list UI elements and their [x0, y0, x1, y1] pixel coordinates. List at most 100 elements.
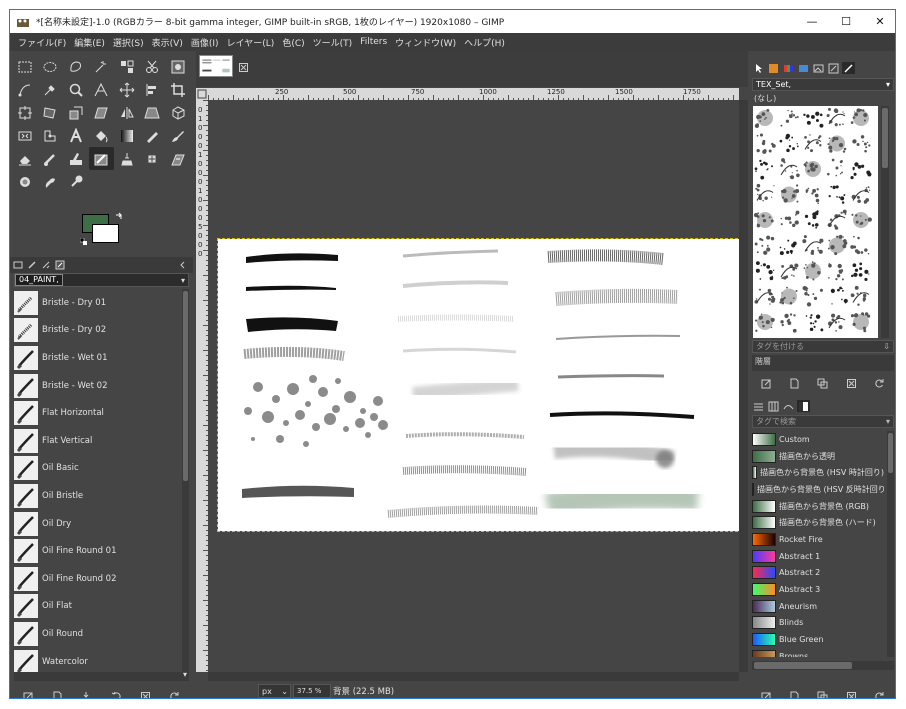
menu-filters[interactable]: Filters — [356, 37, 391, 47]
tool-fuzzy-select[interactable] — [89, 55, 115, 78]
tool-text[interactable] — [63, 124, 89, 147]
menu-tools[interactable]: ツール(T) — [309, 36, 357, 49]
tab-tool-options[interactable] — [12, 259, 24, 271]
tool-ellipse-select[interactable] — [38, 55, 64, 78]
gradient-list-item[interactable]: Rocket Fire — [752, 531, 884, 548]
brush-list-item[interactable]: Flat Horizontal — [14, 399, 181, 427]
tab-paint-dynamics[interactable] — [40, 259, 52, 271]
delete-brush-icon[interactable] — [846, 378, 857, 389]
unit-select[interactable]: px ⌄ — [258, 684, 291, 698]
brush-grid-scrollbar[interactable] — [881, 106, 889, 338]
gradient-list-item[interactable]: 描画色から背景色 (HSV 時計回り) — [752, 464, 884, 481]
brush-list-item[interactable]: Oil Fine Round 01 — [14, 537, 181, 565]
new-brush-icon[interactable] — [52, 691, 63, 700]
duplicate-brush-icon[interactable] — [817, 378, 828, 389]
brush-list-item[interactable]: Oil Round — [14, 620, 181, 648]
vertical-ruler[interactable]: 01000100010005000 — [196, 100, 208, 672]
tool-select-by-color[interactable] — [114, 55, 140, 78]
gradient-list-item[interactable]: 描画色から背景色 (ハード) — [752, 514, 884, 531]
tab-paths[interactable] — [782, 400, 795, 412]
tool-perspective[interactable] — [140, 101, 166, 124]
tab-images[interactable] — [812, 62, 825, 74]
duplicate-brush-icon[interactable] — [81, 691, 92, 700]
tab-document-history[interactable] — [827, 62, 840, 74]
tool-mypaint-brush[interactable] — [88, 147, 114, 170]
brush-tag-input[interactable]: タグを付ける ⇩ — [752, 340, 894, 353]
brush-list-item[interactable]: Bristle - Wet 02 — [14, 372, 181, 400]
chevron-down-icon[interactable]: ▾ — [883, 80, 890, 89]
gradient-list-item[interactable]: Abstract 2 — [752, 565, 884, 582]
maximize-button[interactable]: ☐ — [829, 10, 863, 33]
tab-gradients[interactable] — [797, 62, 810, 74]
tool-heal[interactable] — [140, 147, 166, 170]
tool-crop[interactable] — [165, 78, 191, 101]
tab-patterns[interactable] — [782, 62, 795, 74]
menu-view[interactable]: 表示(V) — [148, 36, 187, 49]
chevron-down-icon[interactable]: ▾ — [181, 276, 185, 285]
gradient-tag-search[interactable]: タグで検索 ▾ — [752, 415, 894, 428]
close-tab-icon[interactable] — [239, 63, 248, 72]
tool-3d-transform[interactable] — [165, 101, 191, 124]
dock-menu-button[interactable] — [177, 259, 189, 271]
new-brush-icon[interactable] — [789, 378, 800, 389]
menu-colors[interactable]: 色(C) — [278, 36, 308, 49]
tab-gradient-list[interactable] — [797, 400, 810, 412]
menu-help[interactable]: ヘルプ(H) — [460, 36, 509, 49]
delete-gradient-icon[interactable] — [846, 691, 857, 700]
edit-brush-icon[interactable] — [761, 378, 772, 389]
tab-pointer[interactable] — [752, 62, 765, 74]
tool-airbrush[interactable] — [38, 147, 64, 170]
tool-clone[interactable] — [114, 147, 140, 170]
edit-gradient-icon[interactable] — [761, 691, 772, 700]
brush-list-scrollbar[interactable] — [182, 289, 189, 672]
quick-mask-toggle[interactable] — [196, 88, 208, 100]
brush-list-item[interactable]: Oil Fine Round 02 — [14, 565, 181, 593]
tool-pencil[interactable] — [140, 124, 166, 147]
tab-brushes-right[interactable] — [842, 62, 855, 74]
image-tab-thumbnail[interactable] — [199, 55, 233, 77]
tool-eraser[interactable] — [12, 147, 38, 170]
gradient-list-item[interactable]: Aneurism — [752, 598, 884, 615]
tool-perspective-clone[interactable] — [165, 147, 191, 170]
canvas-vertical-scrollbar[interactable] — [739, 100, 748, 672]
brush-list-scroll-down[interactable]: ▾ — [14, 670, 189, 681]
tool-scale[interactable] — [63, 101, 89, 124]
tool-paintbrush[interactable] — [165, 124, 191, 147]
tab-fonts[interactable] — [767, 62, 780, 74]
tool-measure[interactable] — [89, 78, 115, 101]
canvas-horizontal-scrollbar[interactable] — [208, 672, 739, 681]
gradient-list-item[interactable]: Abstract 3 — [752, 581, 884, 598]
tool-zoom[interactable] — [63, 78, 89, 101]
brush-list-item[interactable]: Watercolor — [14, 648, 181, 672]
tool-rect-select[interactable] — [12, 55, 38, 78]
gradient-list-item[interactable]: 描画色から背景色 (HSV 反時計回り) — [752, 481, 884, 498]
gradient-hscroll[interactable] — [752, 661, 894, 670]
tool-unified-transform[interactable] — [12, 101, 38, 124]
tool-foreground-select[interactable] — [165, 55, 191, 78]
scrollbar-thumb[interactable] — [888, 433, 893, 473]
gradient-list-item[interactable]: 描画色から透明 — [752, 448, 884, 465]
swap-colors-icon[interactable] — [115, 212, 124, 221]
tool-warp-transform[interactable] — [12, 124, 38, 147]
background-color[interactable] — [92, 224, 119, 243]
default-colors-icon[interactable] — [80, 238, 88, 246]
tool-paths[interactable] — [12, 78, 38, 101]
gradient-list-item[interactable]: Blinds — [752, 615, 884, 632]
image-canvas[interactable] — [217, 238, 739, 532]
menu-layer[interactable]: レイヤー(L) — [223, 36, 279, 49]
tab-layers[interactable] — [752, 400, 765, 412]
tool-ink[interactable] — [63, 147, 89, 170]
gradient-list-item[interactable]: Blue Green — [752, 631, 884, 648]
edit-brush-icon[interactable] — [23, 691, 34, 700]
tool-color-picker[interactable] — [38, 78, 64, 101]
brush-list-item[interactable]: Flat Vertical — [14, 427, 181, 455]
menu-windows[interactable]: ウィンドウ(W) — [391, 36, 460, 49]
tool-blur[interactable] — [12, 170, 38, 193]
brush-list-item[interactable]: Oil Basic — [14, 455, 181, 483]
tab-brushes[interactable] — [26, 259, 38, 271]
scrollbar-thumb[interactable] — [882, 108, 888, 168]
tool-shear[interactable] — [89, 101, 115, 124]
tool-free-select[interactable] — [63, 55, 89, 78]
tab-channels[interactable] — [767, 400, 780, 412]
reload-icon[interactable] — [169, 691, 180, 700]
